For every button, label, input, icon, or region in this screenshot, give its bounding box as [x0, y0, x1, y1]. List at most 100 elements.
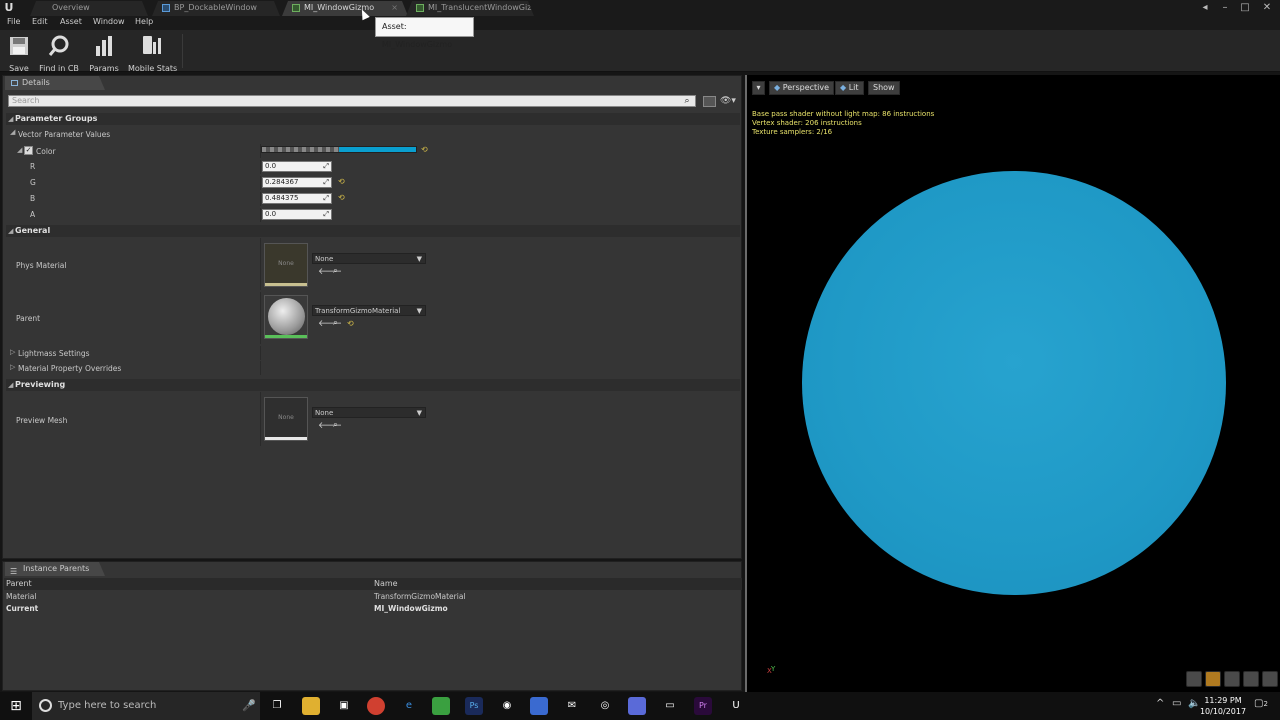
microphone-icon[interactable]: 🎤	[242, 692, 256, 720]
instance-parents-tab[interactable]: ☰ Instance Parents	[5, 562, 105, 576]
maximize-button[interactable]: □	[1236, 0, 1254, 16]
browse-search-icon[interactable]: ⌕	[333, 266, 338, 276]
column-header-name[interactable]: Name	[374, 578, 398, 590]
notifications-icon[interactable]: ▢2	[1254, 698, 1268, 709]
use-selected-arrow-icon[interactable]: 🡐	[318, 420, 342, 431]
preview-mesh-thumbnail[interactable]: None	[264, 397, 308, 441]
reset-to-default-icon[interactable]: ⟲	[421, 145, 428, 154]
visual-studio-icon[interactable]	[530, 697, 548, 715]
store-icon[interactable]: ▣	[335, 697, 353, 715]
axis-y-label: Y	[771, 665, 776, 673]
phys-material-combo[interactable]: None ▼	[312, 253, 426, 264]
tab-label: MI_TranslucentWindowGiz	[428, 3, 532, 12]
close-window-button[interactable]: ✕	[1258, 0, 1276, 16]
use-selected-arrow-icon[interactable]: 🡐	[318, 266, 342, 277]
menu-help[interactable]: Help	[135, 17, 153, 26]
spreadsheet-app-icon[interactable]	[432, 697, 450, 715]
params-button[interactable]: Params	[88, 32, 120, 73]
color-swatch[interactable]	[261, 146, 417, 153]
channel-g-input[interactable]: 0.284367 ⤢	[262, 177, 332, 188]
save-button[interactable]: Save	[4, 32, 34, 73]
phys-material-thumbnail[interactable]: None	[264, 243, 308, 287]
preview-mesh-icon[interactable]	[1262, 671, 1278, 687]
clock-time: 11:29 PM	[1204, 696, 1242, 705]
mail-icon[interactable]: ✉	[563, 697, 581, 715]
show-button[interactable]: Show	[868, 81, 900, 95]
menu-window[interactable]: Window	[93, 17, 125, 26]
category-previewing[interactable]: ◢ Previewing	[6, 379, 740, 391]
search-icon[interactable]: ⌕	[680, 95, 694, 107]
material-instance-icon	[416, 4, 424, 12]
tab-bp-dockablewindow[interactable]: BP_DockableWindow	[152, 1, 280, 16]
tab-mi-translucentwindowgizmo[interactable]: MI_TranslucentWindowGiz	[406, 1, 534, 16]
preview-sphere-icon[interactable]	[1205, 671, 1221, 687]
preview-cube-icon[interactable]	[1243, 671, 1259, 687]
mobile-stats-button[interactable]: Mobile Stats	[128, 32, 178, 73]
steam-icon[interactable]: ◉	[498, 697, 516, 715]
tray-network-icon[interactable]: ▭	[1172, 698, 1181, 709]
details-tab[interactable]: Details	[5, 76, 105, 90]
unreal-engine-taskbar-icon[interactable]: U	[727, 697, 745, 715]
color-override-checkbox[interactable]: ✓	[24, 146, 33, 155]
channel-value: 0.0	[265, 162, 277, 170]
windows-start-icon[interactable]: ⊞	[0, 692, 32, 720]
minimize-button[interactable]: –	[1216, 0, 1234, 16]
close-icon[interactable]: ×	[391, 1, 398, 15]
expand-arrow-icon: ◢	[8, 115, 14, 123]
taskbar-clock[interactable]: 11:29 PM 10/10/2017	[1198, 695, 1248, 717]
edge-icon[interactable]: e	[400, 697, 418, 715]
menu-edit[interactable]: Edit	[32, 17, 48, 26]
expand-arrow-icon[interactable]: ◢	[17, 146, 22, 154]
file-explorer-icon[interactable]	[302, 697, 320, 715]
lightmass-settings-row[interactable]: ▷ Lightmass Settings	[6, 346, 740, 360]
parent-cell: Material	[6, 592, 37, 601]
tray-chevron-up-icon[interactable]: ^	[1156, 698, 1164, 709]
category-general[interactable]: ◢ General	[6, 225, 740, 237]
tab-overview[interactable]: Overview	[30, 1, 148, 16]
channel-a-input[interactable]: 0.0 ⤢	[262, 209, 332, 220]
discord-icon[interactable]	[628, 697, 646, 715]
menu-asset[interactable]: Asset	[60, 17, 82, 26]
parent-thumbnail[interactable]	[264, 295, 308, 339]
preview-plane-icon[interactable]	[1224, 671, 1240, 687]
chrome-icon[interactable]	[367, 697, 385, 715]
find-in-cb-button[interactable]: Find in CB	[38, 32, 80, 73]
table-row[interactable]: Current MI_WindowGizmo	[4, 604, 742, 615]
channel-b-input[interactable]: 0.484375 ⤢	[262, 193, 332, 204]
lit-button[interactable]: ◆ Lit	[835, 81, 864, 95]
toolbar-divider	[182, 34, 183, 68]
table-row[interactable]: Material TransformGizmoMaterial	[4, 592, 742, 603]
view-options-eye-icon[interactable]: 👁▾	[720, 95, 738, 107]
menu-file[interactable]: File	[7, 17, 20, 26]
task-view-icon[interactable]: ❐	[268, 697, 286, 715]
column-header-parent[interactable]: Parent	[6, 578, 32, 590]
browse-search-icon[interactable]: ⌕	[333, 420, 338, 430]
channel-r-input[interactable]: 0.0 ⤢	[262, 161, 332, 172]
taskbar-search-input[interactable]: Type here to search 🎤	[32, 692, 260, 720]
reset-to-default-icon[interactable]: ⟲	[338, 193, 345, 202]
find-in-cb-label: Find in CB	[39, 64, 79, 73]
property-matrix-icon[interactable]	[703, 96, 716, 107]
reset-to-default-icon[interactable]: ⟲	[338, 177, 345, 186]
category-parameter-groups[interactable]: ◢ Parameter Groups	[6, 113, 740, 125]
thumbnail-label: None	[278, 414, 294, 421]
use-selected-arrow-icon[interactable]: 🡐	[318, 318, 342, 329]
mobile-stats-label: Mobile Stats	[128, 64, 178, 73]
perspective-button[interactable]: ◆ Perspective	[769, 81, 835, 95]
search-input[interactable]: Search	[8, 95, 696, 107]
tab-mi-windowgizmo[interactable]: MI_WindowGizmo ×	[282, 1, 408, 16]
window-pin-icon[interactable]: ◂	[1196, 0, 1214, 16]
gamepad-icon[interactable]: ◎	[596, 697, 614, 715]
reset-to-default-icon[interactable]: ⟲	[347, 319, 354, 328]
photoshop-icon[interactable]: Ps	[465, 697, 483, 715]
preview-viewport[interactable]: ▾ ◆ Perspective ◆ Lit Show Base pass sha…	[745, 75, 1280, 692]
preview-mesh-combo[interactable]: None ▼	[312, 407, 426, 418]
preview-cylinder-icon[interactable]	[1186, 671, 1202, 687]
vector-parameter-values-row[interactable]: ◢ Vector Parameter Values	[6, 128, 740, 142]
browse-search-icon[interactable]: ⌕	[333, 318, 338, 328]
premiere-icon[interactable]: Pr	[694, 697, 712, 715]
media-app-icon[interactable]: ▭	[661, 697, 679, 715]
parent-combo[interactable]: TransformGizmoMaterial ▼	[312, 305, 426, 316]
viewport-options-button[interactable]: ▾	[752, 81, 765, 95]
material-property-overrides-row[interactable]: ▷ Material Property Overrides	[6, 361, 740, 375]
